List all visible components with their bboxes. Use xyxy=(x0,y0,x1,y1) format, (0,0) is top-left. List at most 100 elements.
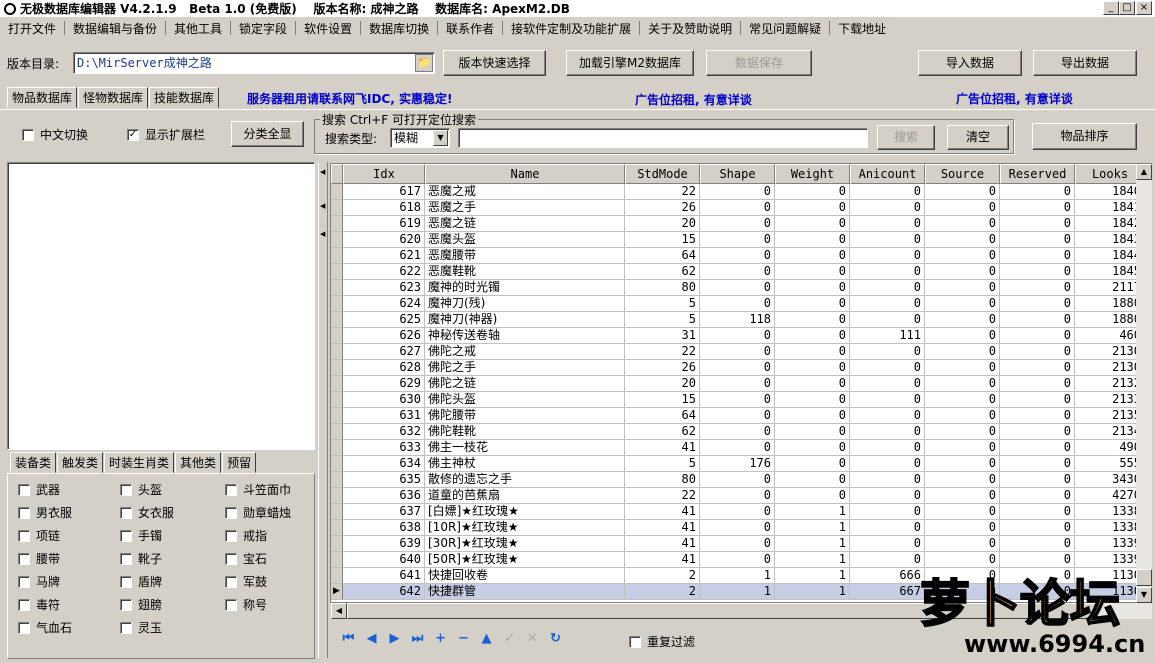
table-row[interactable]: 625 魔神刀(神器) 5 118 0 0 0 0 1880 xyxy=(331,312,1151,328)
column-header[interactable]: Looks xyxy=(1075,164,1145,184)
category-checkbox[interactable]: 手镯 xyxy=(120,527,162,544)
table-cell[interactable]: 626 xyxy=(343,328,425,344)
table-cell[interactable]: 64 xyxy=(625,408,700,424)
table-cell[interactable]: 0 xyxy=(1000,216,1075,232)
column-header[interactable]: Idx xyxy=(343,164,425,184)
column-header[interactable]: Reserved xyxy=(1000,164,1075,184)
table-cell[interactable]: 62 xyxy=(625,264,700,280)
table-cell[interactable]: 1840 xyxy=(1075,184,1145,200)
table-cell[interactable]: 20 xyxy=(625,216,700,232)
table-cell[interactable]: 0 xyxy=(775,456,850,472)
menu-item[interactable]: 下载地址 xyxy=(830,20,894,37)
table-cell[interactable]: 41 xyxy=(625,552,700,568)
category-box[interactable] xyxy=(18,598,30,611)
table-cell[interactable]: 1844 xyxy=(1075,248,1145,264)
table-row[interactable]: 631 佛陀腰带 64 0 0 0 0 0 2135 xyxy=(331,408,1151,424)
table-cell[interactable]: 0 xyxy=(775,344,850,360)
table-cell[interactable]: 0 xyxy=(925,248,1000,264)
maximize-button[interactable]: □ xyxy=(1119,1,1135,15)
table-cell[interactable]: 0 xyxy=(850,504,925,520)
table-cell[interactable]: 624 xyxy=(343,296,425,312)
table-cell[interactable]: 0 xyxy=(775,472,850,488)
table-cell[interactable]: 1 xyxy=(775,536,850,552)
table-cell[interactable]: 佛主一枝花 xyxy=(425,440,625,456)
table-cell[interactable]: 0 xyxy=(700,232,775,248)
table-cell[interactable]: 0 xyxy=(925,408,1000,424)
category-checkbox[interactable]: 军鼓 xyxy=(225,573,267,590)
last-record-icon[interactable]: ⏭ xyxy=(409,631,426,646)
category-box[interactable] xyxy=(225,598,237,611)
table-cell[interactable]: 632 xyxy=(343,424,425,440)
table-cell[interactable]: 0 xyxy=(850,376,925,392)
table-cell[interactable]: 22 xyxy=(625,184,700,200)
save-data-button[interactable]: 数据保存 xyxy=(706,50,812,76)
category-box[interactable] xyxy=(18,483,30,496)
table-row[interactable]: 624 魔神刀(残) 5 0 0 0 0 0 1880 xyxy=(331,296,1151,312)
table-cell[interactable]: 1339 xyxy=(1075,536,1145,552)
table-cell[interactable]: 0 xyxy=(925,296,1000,312)
table-cell[interactable]: 0 xyxy=(775,216,850,232)
table-cell[interactable]: 0 xyxy=(775,264,850,280)
delete-icon[interactable]: − xyxy=(455,631,472,646)
data-grid[interactable]: Idx Name StdMode Shape Weight Anicount Source R… xyxy=(330,163,1152,603)
scroll-left-icon[interactable]: ◀ xyxy=(331,603,347,619)
search-button[interactable]: 搜索 xyxy=(877,125,935,150)
menu-item[interactable]: 常见问题解疑 xyxy=(741,20,829,37)
table-cell[interactable]: 1845 xyxy=(1075,264,1145,280)
table-row[interactable]: 618 恶魔之手 26 0 0 0 0 0 1841 xyxy=(331,200,1151,216)
table-cell[interactable]: 0 xyxy=(925,360,1000,376)
table-cell[interactable]: 618 xyxy=(343,200,425,216)
table-cell[interactable]: 629 xyxy=(343,376,425,392)
table-cell[interactable]: 0 xyxy=(1000,344,1075,360)
table-cell[interactable]: 0 xyxy=(925,232,1000,248)
column-header[interactable]: Shape xyxy=(700,164,775,184)
menu-item[interactable]: 软件设置 xyxy=(296,20,360,37)
tab-other[interactable]: 其他类 xyxy=(175,452,222,473)
table-cell[interactable]: 0 xyxy=(1000,312,1075,328)
dedup-toggle[interactable]: 重复过滤 xyxy=(629,633,695,650)
table-cell[interactable]: 0 xyxy=(925,424,1000,440)
column-header[interactable]: Source xyxy=(925,164,1000,184)
category-checkbox[interactable]: 斗笠面巾 xyxy=(225,481,291,498)
tab-monsters[interactable]: 怪物数据库 xyxy=(78,87,149,108)
table-cell[interactable]: 恶魔之链 xyxy=(425,216,625,232)
table-cell[interactable]: 0 xyxy=(700,552,775,568)
table-cell[interactable]: 641 xyxy=(343,568,425,584)
table-row[interactable]: 627 佛陀之戒 22 0 0 0 0 0 2130 xyxy=(331,344,1151,360)
splitter[interactable]: ◀ ◀ ◀ xyxy=(318,162,328,658)
table-cell[interactable]: 0 xyxy=(925,376,1000,392)
table-cell[interactable]: 佛陀腰带 xyxy=(425,408,625,424)
table-cell[interactable]: 0 xyxy=(925,216,1000,232)
clear-button[interactable]: 清空 xyxy=(947,125,1009,150)
table-cell[interactable]: 0 xyxy=(1000,408,1075,424)
table-cell[interactable]: 魔神的时光镯 xyxy=(425,280,625,296)
category-box[interactable] xyxy=(120,506,132,519)
table-cell[interactable]: 0 xyxy=(850,440,925,456)
chevron-down-icon[interactable]: ▼ xyxy=(433,130,448,146)
edit-icon[interactable]: ▲ xyxy=(478,631,495,646)
category-box[interactable] xyxy=(225,529,237,542)
table-cell[interactable]: 0 xyxy=(700,376,775,392)
table-cell[interactable]: 118 xyxy=(700,312,775,328)
table-cell[interactable]: 2135 xyxy=(1075,408,1145,424)
table-cell[interactable]: 1 xyxy=(775,504,850,520)
table-cell[interactable]: 64 xyxy=(625,248,700,264)
sort-button[interactable]: 物品排序 xyxy=(1032,123,1137,150)
table-cell[interactable]: 神秘传送卷轴 xyxy=(425,328,625,344)
category-checkbox[interactable]: 项链 xyxy=(18,527,60,544)
category-checkbox[interactable]: 盾牌 xyxy=(120,573,162,590)
table-cell[interactable]: 0 xyxy=(700,200,775,216)
table-cell[interactable]: 62 xyxy=(625,424,700,440)
table-cell[interactable]: 恶魔之手 xyxy=(425,200,625,216)
table-cell[interactable]: 0 xyxy=(925,504,1000,520)
first-record-icon[interactable]: ⏮ xyxy=(340,631,357,646)
category-box[interactable] xyxy=(225,552,237,565)
table-cell[interactable]: 1 xyxy=(775,520,850,536)
menu-item[interactable]: 其他工具 xyxy=(166,20,230,37)
tab-trigger[interactable]: 触发类 xyxy=(57,452,104,473)
tab-reserved[interactable]: 预留 xyxy=(222,452,257,473)
table-cell[interactable]: 0 xyxy=(775,376,850,392)
table-cell[interactable]: 642 xyxy=(343,584,425,600)
table-cell[interactable]: 0 xyxy=(850,312,925,328)
column-header[interactable]: Weight xyxy=(775,164,850,184)
